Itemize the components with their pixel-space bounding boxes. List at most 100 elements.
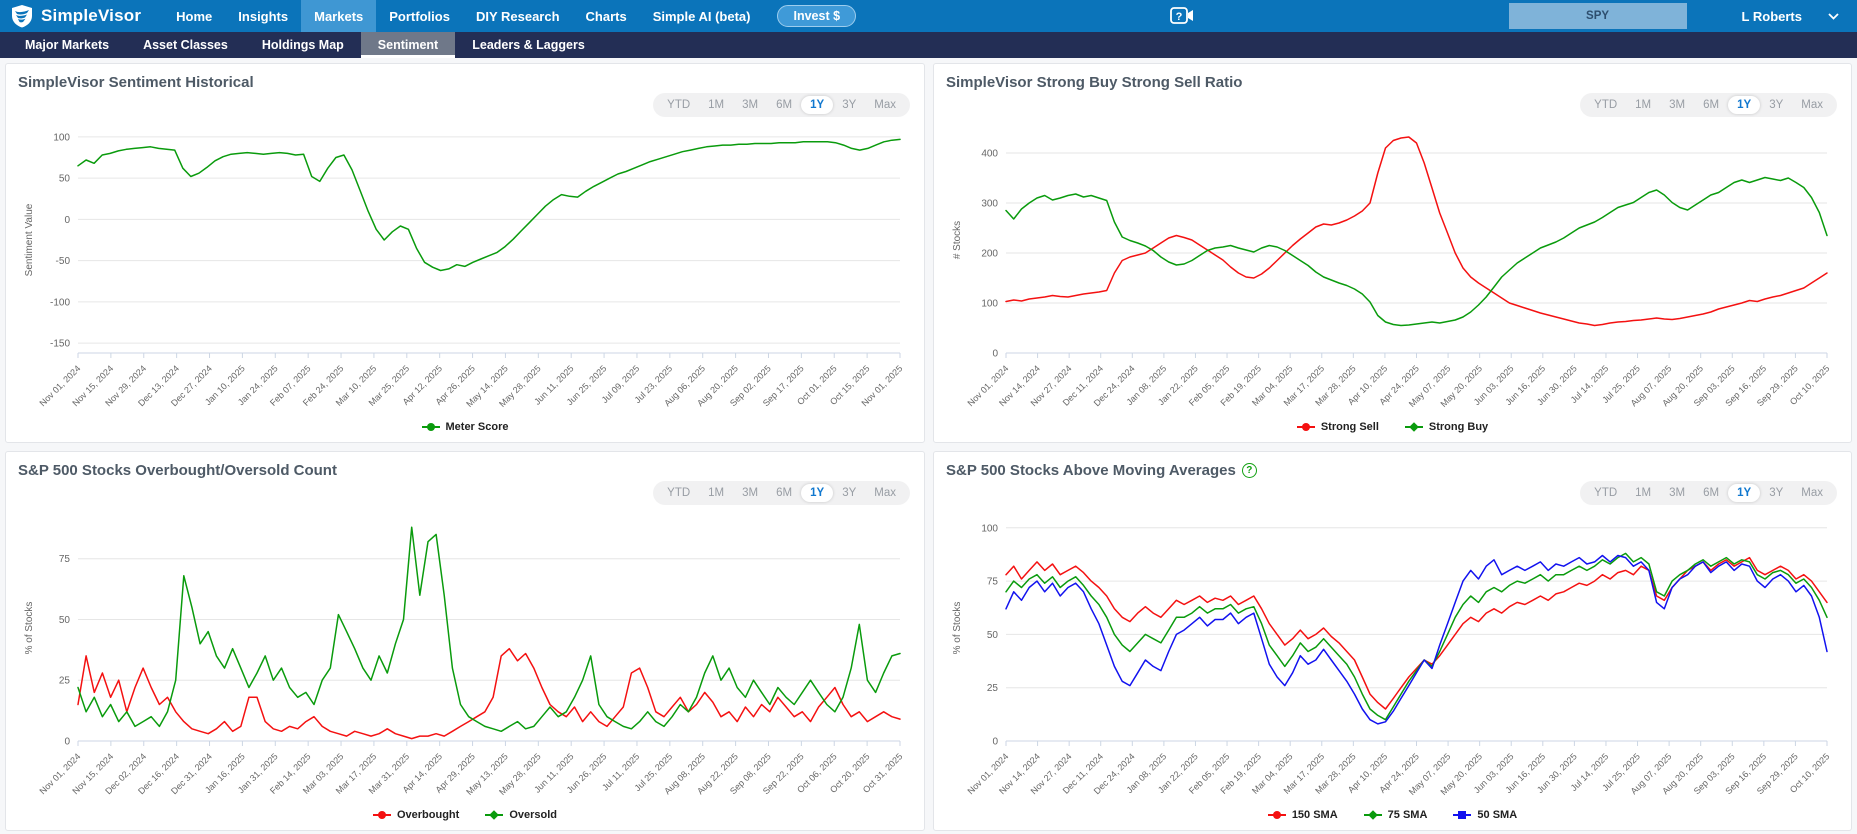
range-button-1y[interactable]: 1Y [1728,96,1760,114]
range-button-3m[interactable]: 3M [733,484,767,502]
range-button-1y[interactable]: 1Y [801,484,833,502]
range-button-1m[interactable]: 1M [1626,484,1660,502]
legend-marker-square [1453,811,1471,820]
range-button-6m[interactable]: 6M [1694,96,1728,114]
range-button-3y[interactable]: 3Y [833,484,865,502]
brand[interactable]: SimpleVisor [10,0,141,32]
legend-item-50-sma[interactable]: 50 SMA [1453,809,1517,821]
nav-item-home[interactable]: Home [163,0,225,32]
legend-item-oversold[interactable]: Oversold [485,809,557,821]
range-button-1y[interactable]: 1Y [1728,484,1760,502]
user-name: L Roberts [1742,9,1802,24]
markets-subnav: Major MarketsAsset ClassesHoldings MapSe… [0,32,1857,58]
range-button-max[interactable]: Max [1792,96,1832,114]
chart-svg: 0255075100% of StocksNov 01, 2024Nov 14,… [946,505,1839,805]
simplevisor-logo-icon [10,4,34,28]
brand-name: SimpleVisor [41,6,141,26]
range-button-3y[interactable]: 3Y [1760,96,1792,114]
strong-buy-sell-chart[interactable]: 0100200300400# StocksNov 01, 2024Nov 14,… [946,117,1839,417]
svg-text:100: 100 [981,523,998,534]
legend-label: Overbought [397,809,459,821]
time-range-group: YTD1M3M6M1Y3YMax [653,93,910,117]
subnav-item-asset-classes[interactable]: Asset Classes [126,32,245,58]
legend-item-strong-sell[interactable]: Strong Sell [1297,421,1379,433]
range-button-6m[interactable]: 6M [767,96,801,114]
legend-marker-circle [373,811,391,820]
nav-item-simple-ai-beta[interactable]: Simple AI (beta) [640,0,764,32]
range-button-ytd[interactable]: YTD [658,484,699,502]
legend-label: Strong Buy [1429,421,1488,433]
range-button-max[interactable]: Max [865,484,905,502]
time-range-group: YTD1M3M6M1Y3YMax [1580,93,1837,117]
range-button-1y[interactable]: 1Y [801,96,833,114]
svg-text:Sentiment Value: Sentiment Value [24,203,35,276]
chevron-down-icon [1828,13,1839,20]
svg-text:0: 0 [992,349,998,360]
range-button-6m[interactable]: 6M [1694,484,1728,502]
legend-item-strong-buy[interactable]: Strong Buy [1405,421,1488,433]
subnav-item-holdings-map[interactable]: Holdings Map [245,32,361,58]
legend-label: 75 SMA [1388,809,1428,821]
time-range-group: YTD1M3M6M1Y3YMax [1580,481,1837,505]
svg-text:25: 25 [987,683,999,694]
ticker-search [1509,3,1687,29]
subnav-item-leaders-laggers[interactable]: Leaders & Laggers [455,32,602,58]
card-strong-buy-sell-ratio: SimpleVisor Strong Buy Strong Sell Ratio… [933,63,1852,443]
legend-item-75-sma[interactable]: 75 SMA [1364,809,1428,821]
range-button-3m[interactable]: 3M [1660,96,1694,114]
series-line-strong-sell [1006,137,1827,326]
chart-svg: 0255075% of StocksNov 01, 2024Nov 15, 20… [18,505,912,805]
svg-text:75: 75 [987,577,999,588]
overbought-oversold-chart[interactable]: 0255075% of StocksNov 01, 2024Nov 15, 20… [18,505,912,805]
legend-item-150-sma[interactable]: 150 SMA [1268,809,1338,821]
svg-text:-100: -100 [50,297,70,308]
svg-text:0: 0 [64,737,70,748]
user-menu[interactable]: L Roberts [1742,0,1839,32]
range-button-ytd[interactable]: YTD [658,96,699,114]
range-button-max[interactable]: Max [865,96,905,114]
svg-text:% of Stocks: % of Stocks [952,602,963,655]
svg-text:50: 50 [59,174,71,185]
moving-averages-chart[interactable]: 0255075100% of StocksNov 01, 2024Nov 14,… [946,505,1839,805]
nav-item-diy-research[interactable]: DIY Research [463,0,573,32]
range-button-1m[interactable]: 1M [699,96,733,114]
legend-item-overbought[interactable]: Overbought [373,809,459,821]
legend-marker-diamond [1364,811,1382,820]
svg-text:# Stocks: # Stocks [952,221,963,259]
subnav-item-major-markets[interactable]: Major Markets [8,32,126,58]
svg-text:0: 0 [64,215,70,226]
range-button-3y[interactable]: 3Y [833,96,865,114]
range-button-6m[interactable]: 6M [767,484,801,502]
nav-item-markets[interactable]: Markets [301,0,376,32]
range-button-ytd[interactable]: YTD [1585,96,1626,114]
range-button-max[interactable]: Max [1792,484,1832,502]
range-button-3y[interactable]: 3Y [1760,484,1792,502]
svg-text:400: 400 [981,149,998,160]
svg-text:-50: -50 [56,256,71,267]
legend-marker-circle [1297,423,1315,432]
invest-button[interactable]: Invest $ [777,5,856,27]
dashboard-grid: SimpleVisor Sentiment Historical YTD1M3M… [0,58,1857,834]
nav-item-charts[interactable]: Charts [573,0,640,32]
svg-text:200: 200 [981,249,998,260]
sentiment-historical-chart[interactable]: -150-100-50050100Sentiment ValueNov 01, … [18,117,912,417]
svg-text:100: 100 [981,299,998,310]
range-button-ytd[interactable]: YTD [1585,484,1626,502]
chart-title: SimpleVisor Strong Buy Strong Sell Ratio [946,74,1242,91]
time-range-group: YTD1M3M6M1Y3YMax [653,481,910,505]
help-circle-icon[interactable]: ? [1242,463,1257,478]
nav-item-insights[interactable]: Insights [225,0,301,32]
nav-item-portfolios[interactable]: Portfolios [376,0,463,32]
series-line-75-sma [1006,553,1827,719]
legend-marker-diamond [485,811,503,820]
range-button-1m[interactable]: 1M [699,484,733,502]
ticker-search-input[interactable] [1509,3,1687,29]
range-button-3m[interactable]: 3M [733,96,767,114]
svg-text:100: 100 [53,132,70,143]
legend-item-meter-score[interactable]: Meter Score [422,421,509,433]
help-video-icon[interactable]: ? [1169,5,1195,27]
card-sentiment-historical: SimpleVisor Sentiment Historical YTD1M3M… [5,63,925,443]
range-button-1m[interactable]: 1M [1626,96,1660,114]
range-button-3m[interactable]: 3M [1660,484,1694,502]
subnav-item-sentiment[interactable]: Sentiment [361,32,455,58]
